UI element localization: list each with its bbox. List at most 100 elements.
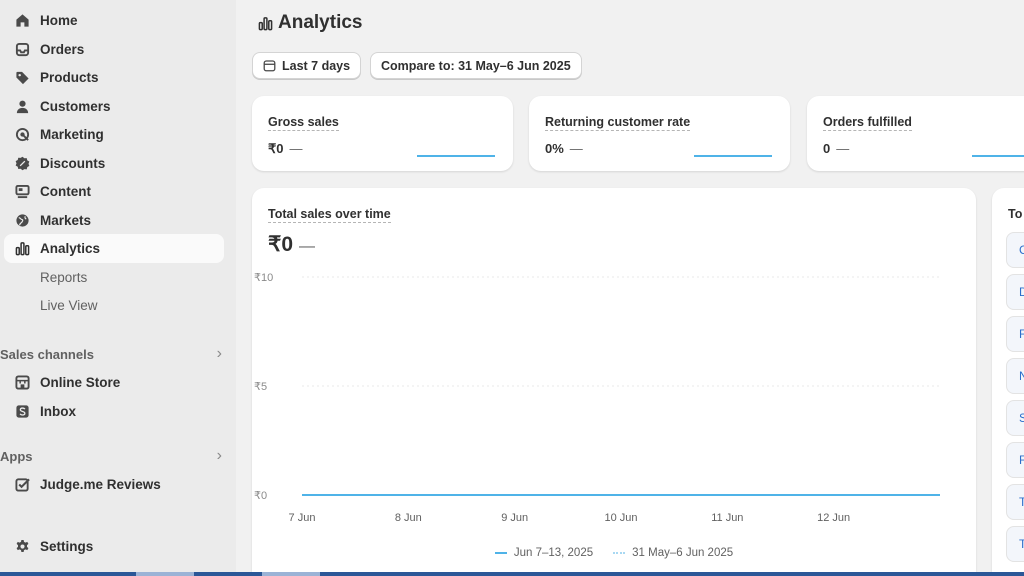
side-panel-title: To <box>1008 207 1023 221</box>
sidebar-item-label: Analytics <box>40 241 101 256</box>
apps-label: Apps <box>0 448 33 464</box>
sales-channels-header[interactable]: Sales channels › <box>0 345 222 363</box>
chart-total-change: — <box>299 238 316 255</box>
x-tick-label: 7 Jun <box>289 512 316 524</box>
chart-total-value: ₹0 <box>268 233 294 256</box>
chart-title[interactable]: Total sales over time <box>268 207 391 223</box>
target-icon <box>14 127 30 143</box>
sidebar-item-discounts[interactable]: Discounts <box>4 149 224 178</box>
analytics-icon <box>14 241 30 257</box>
side-panel-item[interactable]: T <box>1006 526 1024 562</box>
sidebar-item-label: Online Store <box>40 375 121 390</box>
sidebar-item-label: Customers <box>40 99 111 114</box>
store-icon <box>14 375 30 391</box>
taskbar-item[interactable] <box>136 572 194 576</box>
sidebar-subitem-reports[interactable]: Reports <box>40 268 87 288</box>
sidebar: Home Orders Products Customers Marketing… <box>0 0 236 572</box>
sidebar-item-label: Home <box>40 13 78 28</box>
side-panel-item[interactable]: T <box>1006 484 1024 520</box>
date-range-label: Last 7 days <box>282 58 351 73</box>
side-panel-card: To CDFNSFTT <box>992 188 1024 576</box>
content-icon <box>14 184 30 200</box>
metric-card-returning-customer-rate[interactable]: Returning customer rate 0% — <box>529 96 790 171</box>
legend-swatch <box>494 552 507 554</box>
sidebar-item-label: Discounts <box>40 156 106 171</box>
metric-value-text: 0 <box>823 141 831 156</box>
metric-sparkline <box>694 155 772 157</box>
sales-chart-card: Total sales over time ₹0 — ₹10 ₹5 ₹0 7 Jun 8 … <box>252 188 976 576</box>
chart-legend: Jun 7–13, 2025 31 May–6 Jun 2025 <box>252 547 976 559</box>
metric-sparkline <box>972 155 1024 157</box>
legend-label: Jun 7–13, 2025 <box>513 547 594 559</box>
calendar-icon <box>263 60 276 72</box>
metric-label: Gross sales <box>268 115 339 131</box>
y-tick-label: ₹5 <box>254 381 267 393</box>
sidebar-item-markets[interactable]: Markets <box>4 206 224 235</box>
compare-label: Compare to: 31 May–6 Jun 2025 <box>381 58 571 73</box>
metric-label: Orders fulfilled <box>823 115 912 131</box>
legend-item-previous[interactable]: 31 May–6 Jun 2025 <box>613 547 733 559</box>
page-title-text: Analytics <box>278 12 363 33</box>
side-panel-item[interactable]: F <box>1006 442 1024 478</box>
metric-change: — <box>569 141 583 156</box>
tag-icon <box>14 70 30 86</box>
metric-sparkline <box>417 155 495 157</box>
globe-icon <box>14 213 30 229</box>
x-tick-label: 8 Jun <box>395 512 422 524</box>
sidebar-item-online-store[interactable]: Online Store <box>4 368 224 397</box>
sidebar-item-marketing[interactable]: Marketing <box>4 120 224 149</box>
judgeme-icon <box>14 477 30 493</box>
legend-swatch <box>613 552 626 554</box>
side-panel-item[interactable]: N <box>1006 358 1024 394</box>
metric-change: — <box>836 141 850 156</box>
sidebar-item-analytics[interactable]: Analytics <box>4 234 224 263</box>
side-panel-item[interactable]: D <box>1006 274 1024 310</box>
analytics-icon <box>258 16 273 30</box>
metric-value-text: 0% <box>545 141 564 156</box>
home-icon <box>14 13 30 29</box>
legend-label: 31 May–6 Jun 2025 <box>632 547 734 559</box>
main-content: Analytics Last 7 days Compare to: 31 May… <box>236 0 1024 576</box>
sales-chart: ₹10 ₹5 ₹0 7 Jun 8 Jun 9 Jun 10 Jun 11 Jun 12 Jun <box>254 272 940 524</box>
compare-button[interactable]: Compare to: 31 May–6 Jun 2025 <box>370 52 582 79</box>
sidebar-item-label: Marketing <box>40 127 104 142</box>
metric-value-text: ₹0 <box>268 141 284 156</box>
sidebar-subitem-live-view[interactable]: Live View <box>40 296 98 316</box>
legend-item-current[interactable]: Jun 7–13, 2025 <box>494 547 594 559</box>
person-icon <box>14 99 30 115</box>
gear-icon <box>14 539 30 555</box>
sidebar-item-customers[interactable]: Customers <box>4 92 224 121</box>
side-panel-item[interactable]: F <box>1006 316 1024 352</box>
page-title: Analytics <box>258 12 362 34</box>
sales-channels-label: Sales channels <box>0 346 94 362</box>
y-tick-label: ₹10 <box>254 272 273 284</box>
metric-value: 0— <box>823 141 849 156</box>
metric-card-orders-fulfilled[interactable]: Orders fulfilled 0— <box>807 96 1024 171</box>
sidebar-item-content[interactable]: Content <box>4 177 224 206</box>
sidebar-item-judgeme[interactable]: Judge.me Reviews <box>4 470 224 499</box>
sidebar-item-label: Settings <box>40 539 94 554</box>
side-panel-item[interactable]: S <box>1006 400 1024 436</box>
metric-card-gross-sales[interactable]: Gross sales ₹0 — <box>252 96 513 171</box>
taskbar <box>0 572 1024 576</box>
metric-value: 0% — <box>545 141 583 156</box>
sidebar-item-products[interactable]: Products <box>4 63 224 92</box>
chat-icon <box>14 404 30 420</box>
side-panel-item[interactable]: C <box>1006 232 1024 268</box>
apps-header[interactable]: Apps › <box>0 447 222 465</box>
sidebar-item-inbox[interactable]: Inbox <box>4 397 224 426</box>
sidebar-item-label: Inbox <box>40 404 76 419</box>
x-tick-label: 10 Jun <box>604 512 637 524</box>
sidebar-item-orders[interactable]: Orders <box>4 35 224 64</box>
taskbar-item[interactable] <box>262 572 320 576</box>
metric-label: Returning customer rate <box>545 115 691 131</box>
sidebar-item-settings[interactable]: Settings <box>4 532 224 561</box>
sidebar-item-label: Content <box>40 184 91 199</box>
sidebar-item-label: Judge.me Reviews <box>40 477 161 492</box>
chevron-right-icon[interactable]: › <box>217 345 222 363</box>
x-tick-label: 12 Jun <box>817 512 850 524</box>
y-tick-label: ₹0 <box>254 490 267 502</box>
sidebar-item-home[interactable]: Home <box>4 6 224 35</box>
chevron-right-icon[interactable]: › <box>217 447 222 465</box>
date-range-button[interactable]: Last 7 days <box>252 52 362 79</box>
